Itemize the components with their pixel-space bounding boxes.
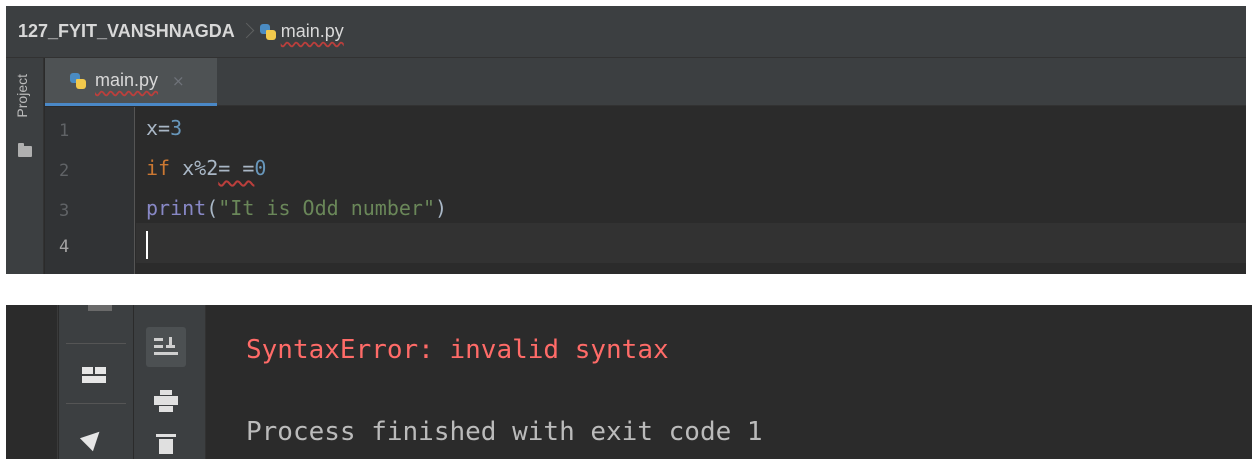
line-number-current: 4 (59, 237, 70, 257)
clear-all-button[interactable] (146, 423, 186, 459)
line-number: 2 (59, 161, 70, 181)
code-token: "It is Odd number" (218, 196, 436, 220)
toolbar-divider (66, 403, 126, 404)
code-token: 0 (254, 156, 267, 180)
editor-tab-bar: main.py × (45, 58, 1246, 106)
code-token: x= (146, 116, 171, 140)
scroll-to-end-icon (154, 337, 178, 357)
restore-layout-button[interactable] (74, 355, 114, 395)
pin-icon: ▲ (77, 420, 111, 454)
breadcrumb-file[interactable]: main.py (281, 21, 344, 42)
line-number: 1 (59, 121, 70, 141)
scroll-to-end-button[interactable] (146, 327, 186, 367)
run-tool-stripe (6, 305, 58, 459)
code-token: = = (218, 156, 255, 180)
trash-icon (156, 432, 176, 454)
code-line[interactable]: if x%2= =0 (146, 156, 266, 180)
code-token: print (146, 196, 207, 220)
folder-icon[interactable] (18, 143, 32, 157)
text-caret (146, 231, 148, 259)
toolbar-divider (66, 343, 126, 344)
breadcrumb: 127_FYIT_VANSHNAGDA main.py (6, 6, 1246, 58)
code-line[interactable]: x=3 (146, 116, 182, 140)
breadcrumb-project[interactable]: 127_FYIT_VANSHNAGDA (18, 21, 235, 42)
current-line-highlight (136, 223, 1246, 263)
code-token: if (146, 156, 171, 180)
console-exit-line: Process finished with exit code 1 (246, 417, 763, 447)
pin-tab-button[interactable]: ▲ (74, 417, 114, 457)
code-token: ( (206, 196, 219, 220)
line-number: 3 (59, 201, 70, 221)
toolbar-button-partial[interactable] (88, 305, 112, 311)
code-token: ) (435, 196, 448, 220)
restore-layout-icon (82, 367, 106, 383)
tab-label: main.py (95, 70, 159, 90)
code-token: x%2 (170, 156, 219, 180)
print-icon (154, 390, 178, 412)
code-token: 3 (170, 116, 183, 140)
project-tool-button[interactable]: Project (14, 74, 30, 118)
console-error-line: SyntaxError: invalid syntax (246, 335, 669, 365)
python-file-icon (69, 72, 87, 90)
code-line[interactable]: print("It is Odd number") (146, 196, 447, 220)
python-file-icon (259, 23, 277, 41)
close-icon[interactable]: × (172, 72, 185, 90)
tab-main-py[interactable]: main.py × (45, 58, 217, 106)
code-editor[interactable]: x=3 if x%2= =0 print("It is Odd number") (136, 107, 1246, 274)
print-button[interactable] (146, 381, 186, 421)
editor-window: 127_FYIT_VANSHNAGDA main.py Project main… (6, 6, 1246, 274)
run-panel: ▲ SyntaxError: invalid syntax Process fi… (6, 305, 1252, 459)
line-number-gutter: 1 2 3 4 (45, 107, 135, 274)
breadcrumb-separator-icon (241, 21, 251, 43)
project-tool-stripe: Project (6, 58, 44, 274)
